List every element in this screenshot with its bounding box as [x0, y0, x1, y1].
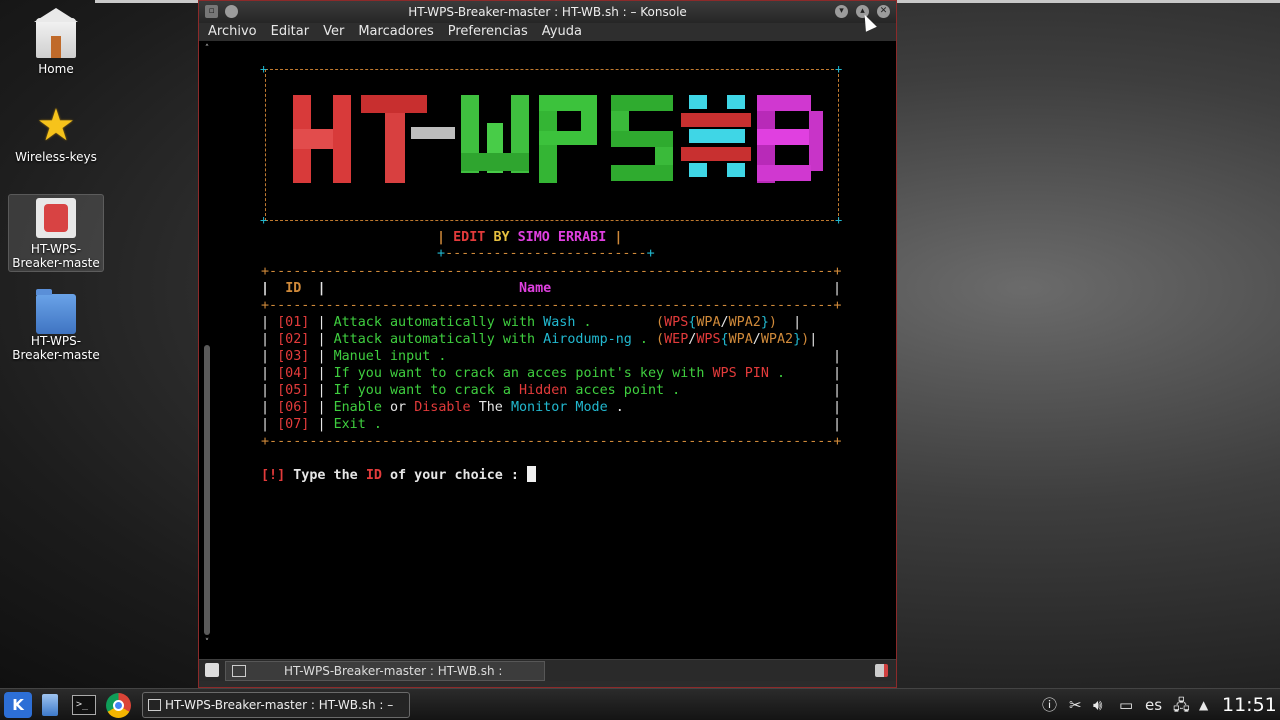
clock[interactable]: 11:51: [1222, 692, 1277, 718]
star-icon: ★: [36, 100, 76, 151]
desktop-icon-wireless-keys[interactable]: ★ Wireless-keys: [8, 100, 104, 165]
window-titlebar[interactable]: ▫ HT-WPS-Breaker-master : HT-WB.sh : – K…: [199, 1, 896, 23]
home-folder-icon: [34, 8, 78, 58]
menu-archivo[interactable]: Archivo: [208, 23, 257, 41]
konsole-window: ▫ HT-WPS-Breaker-master : HT-WB.sh : – K…: [198, 0, 897, 688]
scrollbar-thumb[interactable]: [204, 345, 210, 635]
terminal-output: + + + + | EDIT BY SIMO ERRABI | +-------…: [199, 41, 896, 659]
menu-marcadores[interactable]: Marcadores: [358, 23, 433, 41]
option-row-06: | [06] | Enable or Disable The Monitor M…: [261, 400, 624, 415]
taskbar-konsole-task[interactable]: HT-WPS-Breaker-master : HT-WB.sh : –: [142, 692, 410, 718]
konsole-tab-bar: HT-WPS-Breaker-master : HT-WB.sh :: [199, 659, 896, 681]
table-top-border: +---------------------------------------…: [261, 264, 842, 279]
table-right-border: |: [833, 281, 842, 296]
menu-bar: Archivo Editar Ver Marcadores Preferenci…: [199, 23, 896, 41]
clipboard-icon[interactable]: ✂: [1069, 695, 1082, 715]
option-row-05: | [05] | If you want to crack a Hidden a…: [261, 383, 681, 398]
new-tab-icon[interactable]: [205, 663, 219, 677]
task-label: HT-WPS-Breaker-master : HT-WB.sh : –: [165, 698, 394, 712]
keyboard-layout[interactable]: es: [1145, 695, 1162, 715]
text-cursor: [527, 466, 537, 482]
table-right-border: |: [833, 400, 842, 415]
terminal-icon[interactable]: >_: [70, 692, 98, 718]
table-bottom-border: +---------------------------------------…: [261, 434, 842, 449]
option-row-02: | [02] | Attack automatically with Airod…: [261, 332, 818, 347]
prompt-line[interactable]: [!] Type the ID of your choice :: [261, 466, 537, 484]
edit-by-underline: +-------------------------+: [437, 246, 655, 261]
desktop-icon-label: Wireless-keys: [15, 150, 97, 164]
banner-corner: +: [835, 62, 843, 76]
tab-label: HT-WPS-Breaker-master : HT-WB.sh :: [284, 664, 503, 678]
tray-expand-icon[interactable]: ▲: [1199, 695, 1208, 715]
menu-ayuda[interactable]: Ayuda: [542, 23, 582, 41]
window-title: HT-WPS-Breaker-master : HT-WB.sh : – Kon…: [408, 5, 687, 19]
banner-corner: +: [835, 213, 843, 227]
close-button[interactable]: ✕: [877, 5, 890, 18]
file-manager-icon[interactable]: [36, 692, 64, 718]
app-icon: [36, 198, 76, 238]
scroll-down-arrow[interactable]: ˅: [203, 639, 211, 648]
table-right-border: |: [833, 417, 842, 432]
terminal-tab-icon: [232, 665, 246, 677]
desktop-icon-ht-wps-folder[interactable]: HT-WPS- Breaker-maste: [8, 289, 104, 362]
edit-by-line: | EDIT BY SIMO ERRABI |: [437, 230, 623, 245]
display-icon[interactable]: ▭: [1119, 695, 1133, 715]
table-right-border: |: [833, 349, 842, 364]
kde-menu-icon[interactable]: K: [4, 692, 32, 718]
minimize-button[interactable]: ▾: [835, 5, 848, 18]
menu-editar[interactable]: Editar: [271, 23, 310, 41]
taskbar: K >_ HT-WPS-Breaker-master : HT-WB.sh : …: [0, 688, 1280, 720]
menu-preferencias[interactable]: Preferencias: [448, 23, 528, 41]
option-row-04: | [04] | If you want to crack an acces p…: [261, 366, 786, 381]
table-right-border: |: [833, 383, 842, 398]
chrome-icon[interactable]: [105, 692, 133, 718]
desktop-icon-home[interactable]: Home: [8, 8, 104, 76]
terminal-scrollbar[interactable]: ˄ ˅: [203, 45, 211, 651]
desktop-icon-label: HT-WPS- Breaker-maste: [12, 242, 100, 270]
folder-icon: [36, 289, 76, 334]
banner-corner: +: [260, 62, 268, 76]
table-header-border: +---------------------------------------…: [261, 298, 842, 313]
option-row-01: | [01] | Attack automatically with Wash …: [261, 315, 802, 330]
close-tab-icon[interactable]: [875, 664, 888, 677]
network-icon[interactable]: 🖧︎: [1173, 695, 1190, 715]
table-right-border: |: [833, 366, 842, 381]
banner-corner: +: [260, 213, 268, 227]
info-icon[interactable]: ⓘ: [1042, 695, 1057, 715]
table-header: | ID | Name: [261, 281, 552, 296]
desktop-icon-ht-wps-app[interactable]: HT-WPS- Breaker-maste: [8, 194, 104, 272]
terminal-task-icon: [148, 699, 161, 711]
session-tab[interactable]: HT-WPS-Breaker-master : HT-WB.sh :: [225, 661, 545, 681]
option-row-07: | [07] | Exit .: [261, 417, 382, 432]
scroll-up-arrow[interactable]: ˄: [203, 45, 211, 54]
banner-logo: [291, 93, 831, 189]
volume-icon[interactable]: 🔊︎: [1093, 695, 1102, 715]
desktop-icon-label: Home: [38, 62, 74, 76]
desktop-icon-label: HT-WPS- Breaker-maste: [12, 334, 100, 362]
option-row-03: | [03] | Manuel input .: [261, 349, 447, 364]
menu-ver[interactable]: Ver: [323, 23, 344, 41]
terminal-area[interactable]: + + + + | EDIT BY SIMO ERRABI | +-------…: [199, 41, 896, 659]
